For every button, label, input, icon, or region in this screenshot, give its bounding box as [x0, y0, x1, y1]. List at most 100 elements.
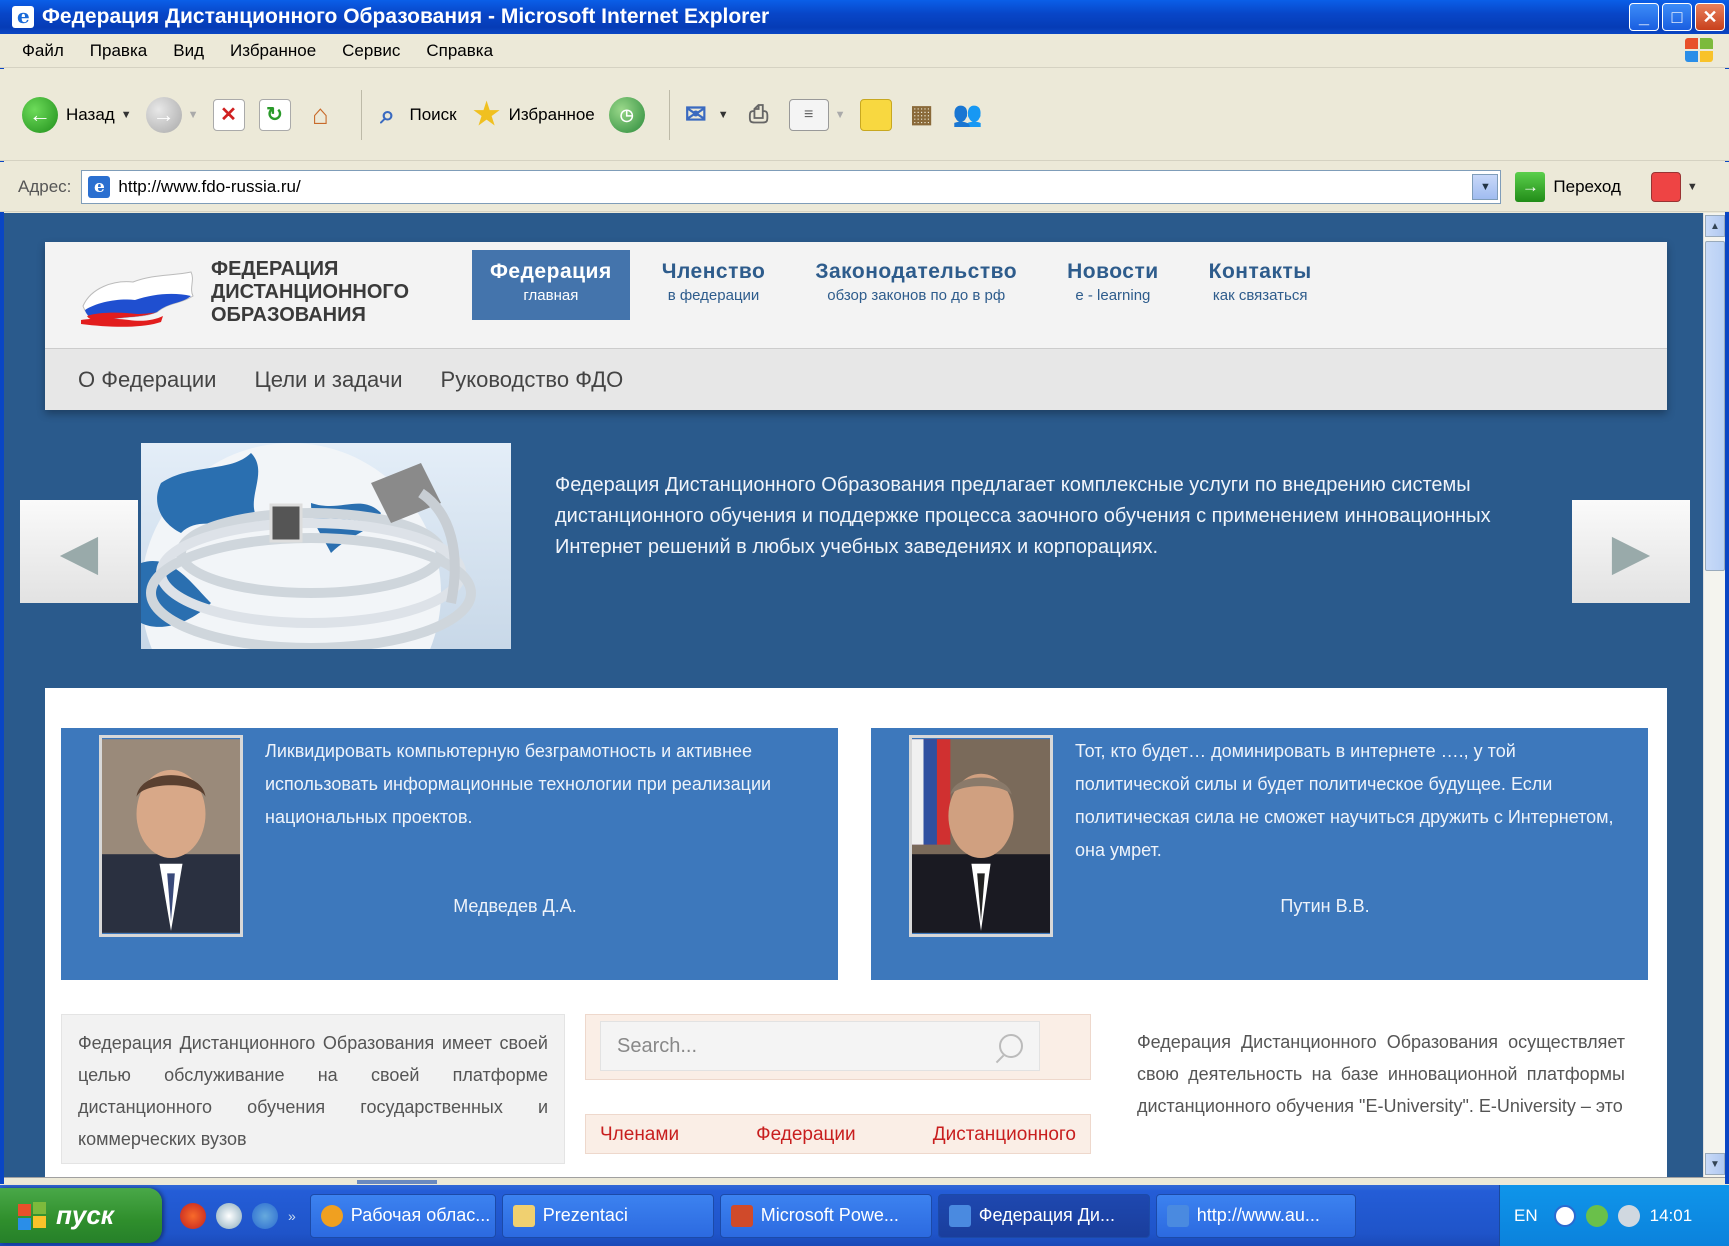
status-bar — [4, 1177, 1725, 1185]
home-icon: ⌂ — [312, 98, 329, 130]
chevron-down-icon[interactable]: ▼ — [1687, 181, 1698, 193]
address-input[interactable]: e http://www.fdo-russia.ru/ ▼ — [81, 169, 1502, 204]
right-column-text: Федерация Дистанционного Образования осу… — [1137, 1032, 1625, 1116]
nav-title: Членство — [661, 260, 766, 283]
back-label: Назад — [66, 104, 115, 124]
forward-arrow-icon: → — [145, 96, 182, 133]
stop-button[interactable]: ✕ — [212, 98, 245, 131]
star-icon: ★ — [473, 98, 501, 131]
chevron-down-icon[interactable]: ▼ — [718, 109, 729, 121]
menu-favorites[interactable]: Избранное — [230, 41, 316, 61]
show-icons-icon[interactable] — [1553, 1204, 1576, 1227]
search-box: Search... — [585, 1014, 1091, 1080]
russia-flag-map-logo[interactable] — [73, 258, 203, 328]
subnav-leadership[interactable]: Руководство ФДО — [441, 367, 624, 393]
nav-subtitle: обзор законов по до в рф — [827, 287, 1006, 304]
content-area: Ликвидировать компьютерную безграмотност… — [45, 688, 1667, 1177]
address-bar: Адрес: e http://www.fdo-russia.ru/ ▼ → П… — [0, 162, 1729, 212]
center-column: Search... Членами Федерации Дистанционно… — [585, 1014, 1091, 1164]
menu-file[interactable]: Файл — [22, 41, 64, 61]
nav-legislation[interactable]: Законодательство обзор законов по до в р… — [797, 250, 1035, 320]
stop-icon: ✕ — [212, 98, 245, 131]
go-button[interactable]: → Переход — [1515, 171, 1621, 202]
chevron-down-icon[interactable]: ▼ — [1472, 173, 1499, 200]
clock: 14:01 — [1649, 1205, 1693, 1225]
search-button[interactable]: ⌕ Поиск — [372, 99, 456, 131]
chevron-down-icon[interactable]: ▼ — [188, 109, 199, 121]
chevron-down-icon[interactable]: ▼ — [835, 109, 846, 121]
mail-button[interactable]: ✉ ▼ — [680, 99, 729, 131]
edit-button[interactable]: ≡ ▼ — [788, 98, 846, 131]
window-title: Федерация Дистанционного Образования - M… — [42, 5, 770, 28]
back-arrow-icon: ← — [22, 96, 58, 133]
subnav-about[interactable]: О Федерации — [78, 367, 216, 393]
task-label: Prezentaci — [542, 1205, 628, 1225]
messenger-button[interactable]: 👥 — [952, 99, 984, 131]
quote-text: Тот, кто будет… доминировать в интернете… — [1075, 741, 1614, 860]
scroll-up-icon[interactable]: ▲ — [1705, 215, 1725, 237]
menu-tools[interactable]: Сервис — [342, 41, 400, 61]
nav-news[interactable]: Новости e - learning — [1049, 250, 1177, 320]
note-button[interactable] — [859, 98, 892, 131]
chevron-double-right-icon[interactable]: » — [288, 1208, 296, 1224]
back-button[interactable]: ← Назад ▼ — [22, 96, 132, 133]
home-button[interactable]: ⌂ — [305, 99, 337, 131]
menu-edit[interactable]: Правка — [90, 41, 147, 61]
taskbar-item[interactable]: http://www.au... — [1155, 1193, 1356, 1238]
volume-icon[interactable] — [1617, 1204, 1640, 1227]
ie-icon[interactable] — [252, 1202, 278, 1229]
links-icon[interactable] — [1650, 171, 1681, 202]
ie-icon — [948, 1204, 971, 1227]
research-button[interactable]: ▦ — [906, 99, 938, 131]
start-button[interactable]: пуск — [0, 1188, 162, 1243]
player-icon[interactable] — [216, 1202, 242, 1229]
slider-next-button[interactable]: ▶ — [1572, 500, 1690, 603]
logo-line: ФЕДЕРАЦИЯ — [211, 258, 339, 280]
nav-contacts[interactable]: Контакты как связаться — [1191, 250, 1330, 320]
menu-help[interactable]: Справка — [426, 41, 493, 61]
taskbar-item[interactable]: Microsoft Powe... — [719, 1193, 932, 1238]
forward-button[interactable]: → ▼ — [145, 96, 199, 133]
media-icon[interactable] — [180, 1202, 206, 1229]
close-button[interactable]: ✕ — [1695, 3, 1725, 31]
members-word: Членами — [600, 1124, 680, 1145]
search-placeholder: Search... — [617, 1035, 698, 1057]
windows-logo-icon — [18, 1201, 48, 1230]
address-url: http://www.fdo-russia.ru/ — [118, 176, 301, 196]
toolbar-separator — [668, 89, 670, 140]
history-button[interactable]: ◷ — [608, 96, 645, 133]
nav-membership[interactable]: Членство в федерации — [644, 250, 784, 320]
chevron-down-icon[interactable]: ▼ — [121, 109, 132, 121]
task-label: http://www.au... — [1196, 1205, 1320, 1225]
language-indicator[interactable]: EN — [1514, 1206, 1538, 1226]
taskbar-item[interactable]: Prezentaci — [501, 1193, 714, 1238]
network-icon[interactable] — [1585, 1204, 1608, 1227]
nav-federation[interactable]: Федерация главная — [472, 250, 630, 320]
members-word: Дистанционного — [932, 1124, 1076, 1145]
subnav-goals[interactable]: Цели и задачи — [254, 367, 402, 393]
maximize-button[interactable]: □ — [1662, 3, 1692, 31]
search-input[interactable]: Search... — [600, 1021, 1040, 1071]
go-label: Переход — [1553, 176, 1621, 196]
progress-indicator — [357, 1180, 437, 1184]
refresh-button[interactable]: ↻ — [258, 98, 291, 131]
toolbar: ← Назад ▼ → ▼ ✕ ↻ ⌂ ⌕ Поиск ★ Избранное … — [0, 69, 1729, 161]
print-button[interactable]: ⎙ — [743, 99, 775, 131]
scrollbar-thumb[interactable] — [1705, 241, 1725, 571]
logo-text[interactable]: ФЕДЕРАЦИЯ ДИСТАНЦИОННОГО ОБРАЗОВАНИЯ — [211, 258, 409, 327]
quote-card: Ликвидировать компьютерную безграмотност… — [61, 728, 838, 980]
taskbar-item[interactable]: Рабочая облас... — [309, 1193, 496, 1238]
note-icon — [859, 98, 892, 131]
vertical-scrollbar[interactable]: ▲ ▼ — [1703, 213, 1725, 1177]
favorites-button[interactable]: ★ Избранное — [471, 98, 595, 131]
taskbar-item-active[interactable]: Федерация Ди... — [937, 1193, 1150, 1238]
minimize-button[interactable]: _ — [1629, 3, 1659, 31]
search-icon[interactable] — [999, 1034, 1023, 1058]
slider-prev-button[interactable]: ◀ — [20, 500, 138, 603]
menu-view[interactable]: Вид — [173, 41, 204, 61]
nav-subtitle: в федерации — [667, 287, 760, 304]
quote-author: Путин В.В. — [1280, 896, 1370, 916]
menu-bar: Файл Правка Вид Избранное Сервис Справка — [0, 34, 1729, 68]
scroll-down-icon[interactable]: ▼ — [1705, 1153, 1725, 1175]
portrait-photo — [99, 735, 243, 937]
